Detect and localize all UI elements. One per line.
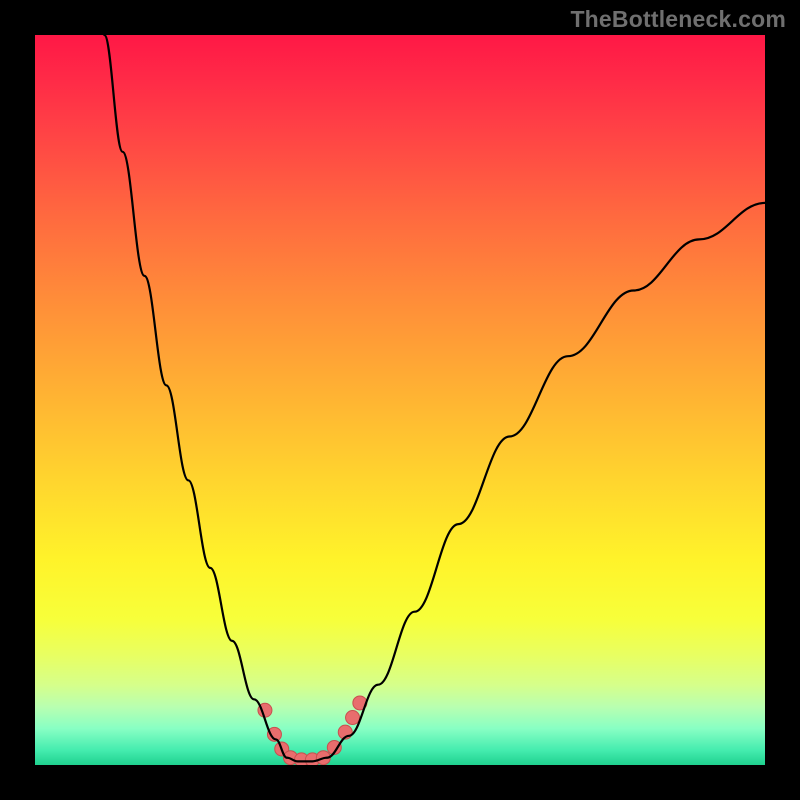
plot-area <box>35 35 765 765</box>
chart-svg <box>35 35 765 765</box>
curve-left-branch <box>104 35 287 758</box>
curve-right-branch <box>327 203 765 758</box>
chart-frame: TheBottleneck.com <box>0 0 800 800</box>
data-points-group <box>258 696 367 765</box>
watermark-text: TheBottleneck.com <box>570 6 786 33</box>
data-point <box>346 711 360 725</box>
